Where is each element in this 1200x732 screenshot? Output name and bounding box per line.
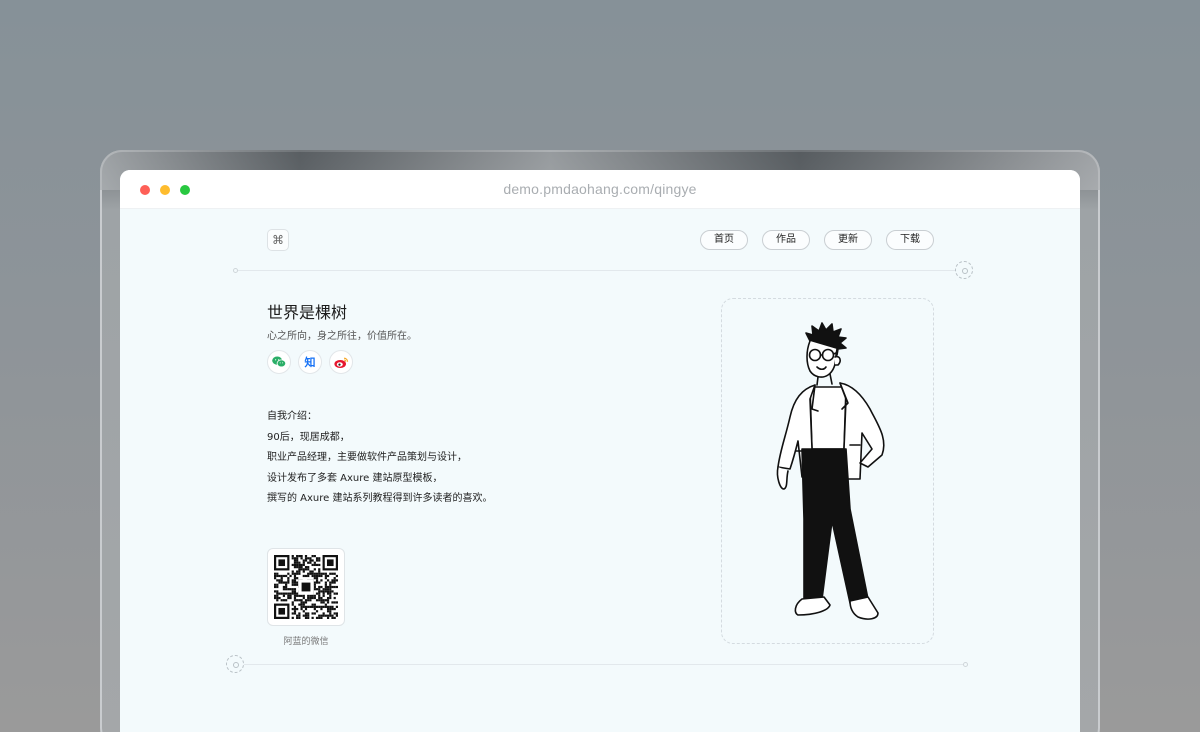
nav-works-button[interactable]: 作品 <box>762 230 810 250</box>
address-bar[interactable]: demo.pmdaohang.com/qingye <box>120 181 1080 197</box>
top-divider <box>235 270 965 271</box>
page-content: ⌘ 首页 作品 更新 下载 世界是棵树 心之所向，身之所往，价值所在。 知 自我… <box>120 209 1080 732</box>
intro-line: 90后，现居成都， <box>267 431 350 443</box>
intro-line: 职业产品经理，主要做软件产品策划与设计， <box>267 452 467 463</box>
browser-window: demo.pmdaohang.com/qingye ⌘ 首页 作品 更新 下载 … <box>120 170 1080 732</box>
person-illustration <box>776 322 885 620</box>
intro-line: 设计发布了多套 Axure 建站原型模板， <box>267 472 443 484</box>
divider-endpoint <box>963 662 968 667</box>
nav-home-button[interactable]: 首页 <box>700 230 748 250</box>
wechat-qr-code <box>267 548 345 626</box>
nav-updates-button[interactable]: 更新 <box>824 230 872 250</box>
wechat-icon <box>272 356 286 368</box>
nav-download-button[interactable]: 下载 <box>886 230 934 250</box>
divider-endpoint <box>233 268 238 273</box>
command-logo-button[interactable]: ⌘ <box>267 229 289 251</box>
intro-heading: 自我介绍： <box>267 411 317 422</box>
social-links: 知 <box>267 350 353 374</box>
bottom-divider <box>235 664 965 665</box>
intro-line: 撰写的 Axure 建站系列教程得到许多读者的喜欢。 <box>267 493 493 504</box>
qr-code-image <box>274 555 338 619</box>
zhihu-icon: 知 <box>304 356 316 369</box>
zhihu-link[interactable]: 知 <box>298 350 322 374</box>
qr-caption: 阿蓝的微信 <box>283 637 329 647</box>
illustration-card <box>721 298 934 644</box>
laptop-frame: demo.pmdaohang.com/qingye ⌘ 首页 作品 更新 下载 … <box>100 150 1100 732</box>
page-title: 世界是棵树 <box>267 303 348 322</box>
self-introduction: 自我介绍： 90后，现居成都， 职业产品经理，主要做软件产品策划与设计， 设计发… <box>267 407 493 510</box>
title-bar: demo.pmdaohang.com/qingye <box>120 170 1080 209</box>
weibo-link[interactable] <box>329 350 353 374</box>
divider-circle-marker <box>226 655 244 673</box>
top-nav: 首页 作品 更新 下载 <box>700 230 934 250</box>
weibo-icon <box>333 357 348 368</box>
page-subtitle: 心之所向，身之所往，价值所在。 <box>267 331 417 342</box>
wechat-link[interactable] <box>267 350 291 374</box>
divider-circle-marker <box>955 261 973 279</box>
